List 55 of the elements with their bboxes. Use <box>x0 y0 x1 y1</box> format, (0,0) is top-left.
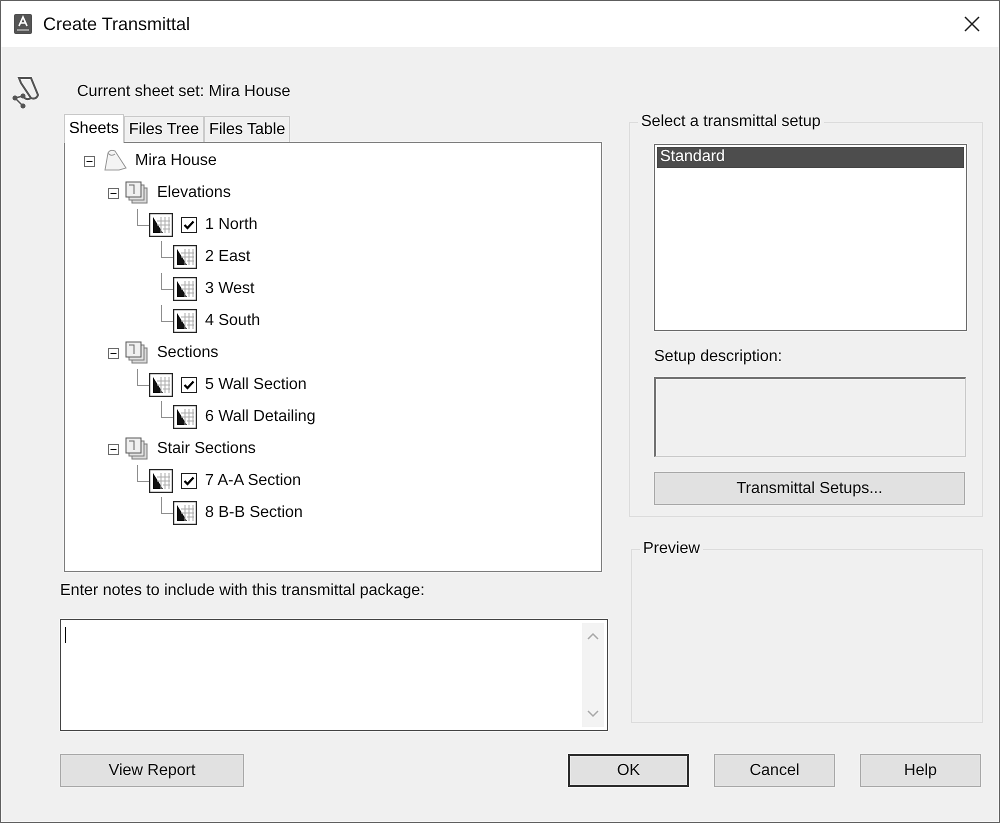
tree-item[interactable]: Mira House <box>135 152 217 170</box>
tree-item[interactable]: Sections <box>157 344 218 362</box>
subset-icon <box>125 181 149 205</box>
tree-item[interactable]: 2 East <box>205 248 250 266</box>
tab[interactable]: Files Tree <box>124 116 204 142</box>
tree-line <box>161 401 173 418</box>
tree-line <box>161 305 173 322</box>
sheet-set-icon <box>11 75 41 109</box>
tree-item[interactable]: 5 Wall Section <box>205 376 307 394</box>
tree-item[interactable]: 7 A-A Section <box>205 472 302 490</box>
checkbox[interactable] <box>181 377 197 393</box>
tree-item[interactable]: 6 Wall Detailing <box>205 408 316 426</box>
collapse-icon[interactable] <box>84 156 95 166</box>
checkbox[interactable] <box>181 473 197 489</box>
transmittal-setups-button[interactable]: Transmittal Setups... <box>654 472 965 505</box>
window-title: Create Transmittal <box>43 14 192 34</box>
cancel-button[interactable]: Cancel <box>714 754 835 787</box>
tab[interactable]: Sheets <box>64 114 124 143</box>
sheet-icon <box>149 213 173 237</box>
subset-icon <box>125 341 149 365</box>
tree-item[interactable]: Elevations <box>157 184 231 202</box>
tree-line <box>137 465 149 482</box>
view-report-button[interactable]: View Report <box>60 754 244 787</box>
collapse-icon[interactable] <box>108 444 119 454</box>
close-icon[interactable] <box>964 16 980 32</box>
tree-item[interactable]: 3 West <box>205 280 254 298</box>
tree-item[interactable]: Stair Sections <box>157 440 256 458</box>
setup-list-item[interactable]: Standard <box>657 147 964 168</box>
collapse-icon[interactable] <box>108 188 119 198</box>
subset-icon <box>125 437 149 461</box>
sheet-icon <box>173 501 197 525</box>
tab[interactable]: Files Table <box>204 116 290 142</box>
app-icon <box>13 13 33 35</box>
tree-item[interactable]: 1 North <box>205 216 258 234</box>
sheet-icon <box>149 373 173 397</box>
tree-line <box>137 369 149 386</box>
tree-item[interactable]: 4 South <box>205 312 260 330</box>
help-button[interactable]: Help <box>860 754 981 787</box>
sheet-icon <box>149 469 173 493</box>
tree-line <box>161 241 173 258</box>
sheet-icon <box>173 245 197 269</box>
collapse-icon[interactable] <box>108 348 119 358</box>
group-title: Select a transmittal setup <box>638 113 824 131</box>
checkbox[interactable] <box>181 217 197 233</box>
tree-item[interactable]: 8 B-B Section <box>205 504 303 522</box>
tree-line <box>137 209 149 226</box>
sheet-icon <box>173 309 197 333</box>
tree-line <box>161 497 173 514</box>
setup-description-label: Setup description: <box>654 348 784 367</box>
sheet-icon <box>173 405 197 429</box>
tree-line <box>161 273 173 290</box>
notes-label: Enter notes to include with this transmittal package: <box>60 582 426 601</box>
sheet-icon <box>173 277 197 301</box>
current-sheet-set-label: Current sheet set: Mira House <box>77 83 290 101</box>
ok-button[interactable]: OK <box>568 754 689 787</box>
